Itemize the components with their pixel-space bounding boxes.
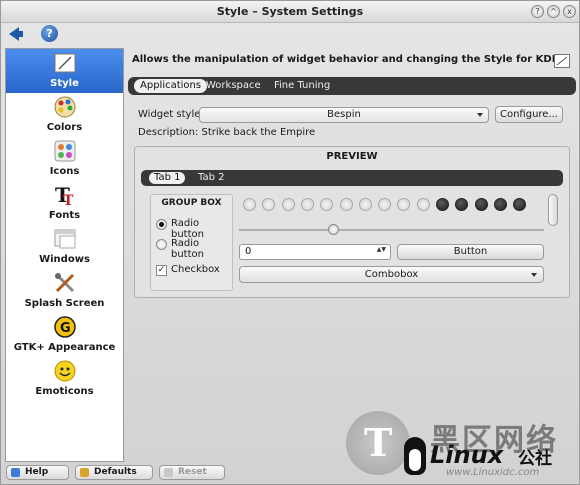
widget-style-label: Widget style: bbox=[138, 109, 204, 120]
toolbar: ? bbox=[1, 23, 579, 45]
spinbox-value: 0 bbox=[245, 246, 252, 257]
sidebar-item-label: Splash Screen bbox=[24, 298, 105, 309]
progress-dot bbox=[320, 198, 333, 211]
preview-title: PREVIEW bbox=[326, 151, 378, 162]
sidebar-item-label: GTK+ Appearance bbox=[13, 342, 116, 353]
progress-dot bbox=[243, 198, 256, 211]
sidebar-item-label: Windows bbox=[39, 254, 90, 265]
window-title: Style – System Settings bbox=[216, 5, 364, 18]
defaults-icon bbox=[80, 468, 89, 477]
progress-dot bbox=[494, 198, 507, 211]
sidebar-item-gtk-appearance[interactable]: G GTK+ Appearance bbox=[6, 313, 123, 357]
progress-dot bbox=[397, 198, 410, 211]
sidebar-item-label: Style bbox=[50, 78, 79, 89]
help-button-label: Help bbox=[25, 467, 49, 477]
sidebar-item-emoticons[interactable]: Emoticons bbox=[6, 357, 123, 401]
progress-dot bbox=[513, 198, 526, 211]
style-icon bbox=[54, 53, 76, 73]
progress-dot bbox=[359, 198, 372, 211]
vertical-scrollbar[interactable] bbox=[548, 194, 558, 226]
icons-icon bbox=[54, 140, 76, 162]
widget-style-combobox[interactable]: Bespin bbox=[199, 107, 489, 123]
module-description: Allows the manipulation of widget behavi… bbox=[132, 54, 559, 65]
progress-dot bbox=[455, 198, 468, 211]
chevron-down-icon bbox=[477, 113, 483, 117]
preview-combobox-label: Combobox bbox=[364, 269, 419, 280]
style-description: Description: Strike back the Empire bbox=[138, 127, 316, 138]
help-icon[interactable]: ? bbox=[41, 25, 58, 42]
tab-applications[interactable]: Applications bbox=[134, 79, 208, 93]
fonts-icon: T T bbox=[55, 184, 74, 206]
tab-workspace[interactable]: Workspace bbox=[200, 79, 267, 93]
spin-arrows-icon[interactable]: ▲▼ bbox=[377, 247, 386, 253]
sidebar-item-label: Colors bbox=[46, 122, 83, 133]
progress-dot bbox=[417, 198, 430, 211]
preview-button[interactable]: Button bbox=[397, 244, 544, 260]
sidebar-item-splash-screen[interactable]: Splash Screen bbox=[6, 269, 123, 313]
group-box: GROUP BOX Radio button Radio button ✓ Ch… bbox=[150, 194, 233, 291]
sidebar: Style Colors Icons T T Fonts Windows Spl… bbox=[5, 48, 124, 462]
sidebar-item-style[interactable]: Style bbox=[6, 49, 123, 93]
slider-handle[interactable] bbox=[328, 224, 339, 235]
reset-button-label: Reset bbox=[178, 467, 207, 477]
preview-tab-1[interactable]: Tab 1 bbox=[149, 172, 186, 184]
colors-icon bbox=[54, 96, 76, 118]
progress-dot bbox=[301, 198, 314, 211]
radio-button-1[interactable] bbox=[156, 219, 167, 230]
help-icon bbox=[11, 468, 20, 477]
checkbox-label: Checkbox bbox=[171, 264, 220, 275]
defaults-button-label: Defaults bbox=[94, 467, 137, 477]
widget-style-value: Bespin bbox=[327, 109, 361, 120]
sidebar-item-windows[interactable]: Windows bbox=[6, 225, 123, 269]
preview-tab-bar: Tab 1 Tab 2 bbox=[141, 170, 563, 186]
bottom-bar: Help Defaults Reset bbox=[1, 462, 579, 484]
emoticons-icon bbox=[54, 360, 76, 382]
tab-fine-tuning[interactable]: Fine Tuning bbox=[268, 79, 336, 93]
preview-tab-2[interactable]: Tab 2 bbox=[193, 172, 229, 184]
radio-button-1-label: Radio button bbox=[171, 218, 204, 240]
group-box-title: GROUP BOX bbox=[161, 198, 222, 208]
reset-icon bbox=[164, 468, 173, 477]
sidebar-item-label: Fonts bbox=[48, 210, 81, 221]
gtk-icon: G bbox=[54, 316, 76, 338]
reset-button[interactable]: Reset bbox=[159, 465, 225, 480]
preview-panel: PREVIEW Tab 1 Tab 2 GROUP BOX Radio butt… bbox=[134, 146, 570, 298]
progress-dot bbox=[340, 198, 353, 211]
preview-checkbox[interactable]: ✓ bbox=[156, 265, 167, 276]
sidebar-item-label: Emoticons bbox=[35, 386, 94, 397]
svg-text:G: G bbox=[60, 321, 71, 336]
progress-dot bbox=[282, 198, 295, 211]
progress-indicator bbox=[243, 198, 543, 212]
progress-dot bbox=[262, 198, 275, 211]
sidebar-item-icons[interactable]: Icons bbox=[6, 137, 123, 181]
sidebar-item-colors[interactable]: Colors bbox=[6, 93, 123, 137]
preview-combobox[interactable]: Combobox bbox=[239, 266, 544, 283]
radio-button-2-label: Radio button bbox=[171, 238, 204, 260]
chevron-down-icon bbox=[531, 273, 537, 277]
close-button[interactable]: x bbox=[563, 5, 576, 18]
progress-dot bbox=[475, 198, 488, 211]
spinbox[interactable]: 0 ▲▼ bbox=[239, 244, 391, 260]
slider-track bbox=[239, 229, 544, 231]
style-header-icon bbox=[554, 54, 570, 68]
progress-dot bbox=[436, 198, 449, 211]
settings-window: Style – System Settings ? ^ x ? Style Co… bbox=[0, 0, 580, 485]
help-button[interactable]: Help bbox=[6, 465, 69, 480]
sidebar-item-label: Icons bbox=[49, 166, 80, 177]
watermark-cn-text: 黑区网络 bbox=[430, 423, 558, 458]
watermark-glyph: T bbox=[364, 420, 393, 465]
radio-button-2[interactable] bbox=[156, 239, 167, 250]
progress-dot bbox=[378, 198, 391, 211]
main-tab-bar: Applications Workspace Fine Tuning bbox=[128, 77, 576, 95]
back-arrow-icon[interactable] bbox=[9, 27, 23, 41]
minimize-button[interactable]: ^ bbox=[547, 5, 560, 18]
configure-button[interactable]: Configure... bbox=[495, 106, 563, 123]
help-window-button[interactable]: ? bbox=[531, 5, 544, 18]
windows-icon bbox=[54, 229, 76, 249]
sidebar-item-fonts[interactable]: T T Fonts bbox=[6, 181, 123, 225]
defaults-button[interactable]: Defaults bbox=[75, 465, 153, 480]
splash-screen-icon bbox=[55, 273, 75, 293]
svg-text:T: T bbox=[63, 193, 74, 206]
title-bar: Style – System Settings ? ^ x bbox=[1, 1, 579, 23]
